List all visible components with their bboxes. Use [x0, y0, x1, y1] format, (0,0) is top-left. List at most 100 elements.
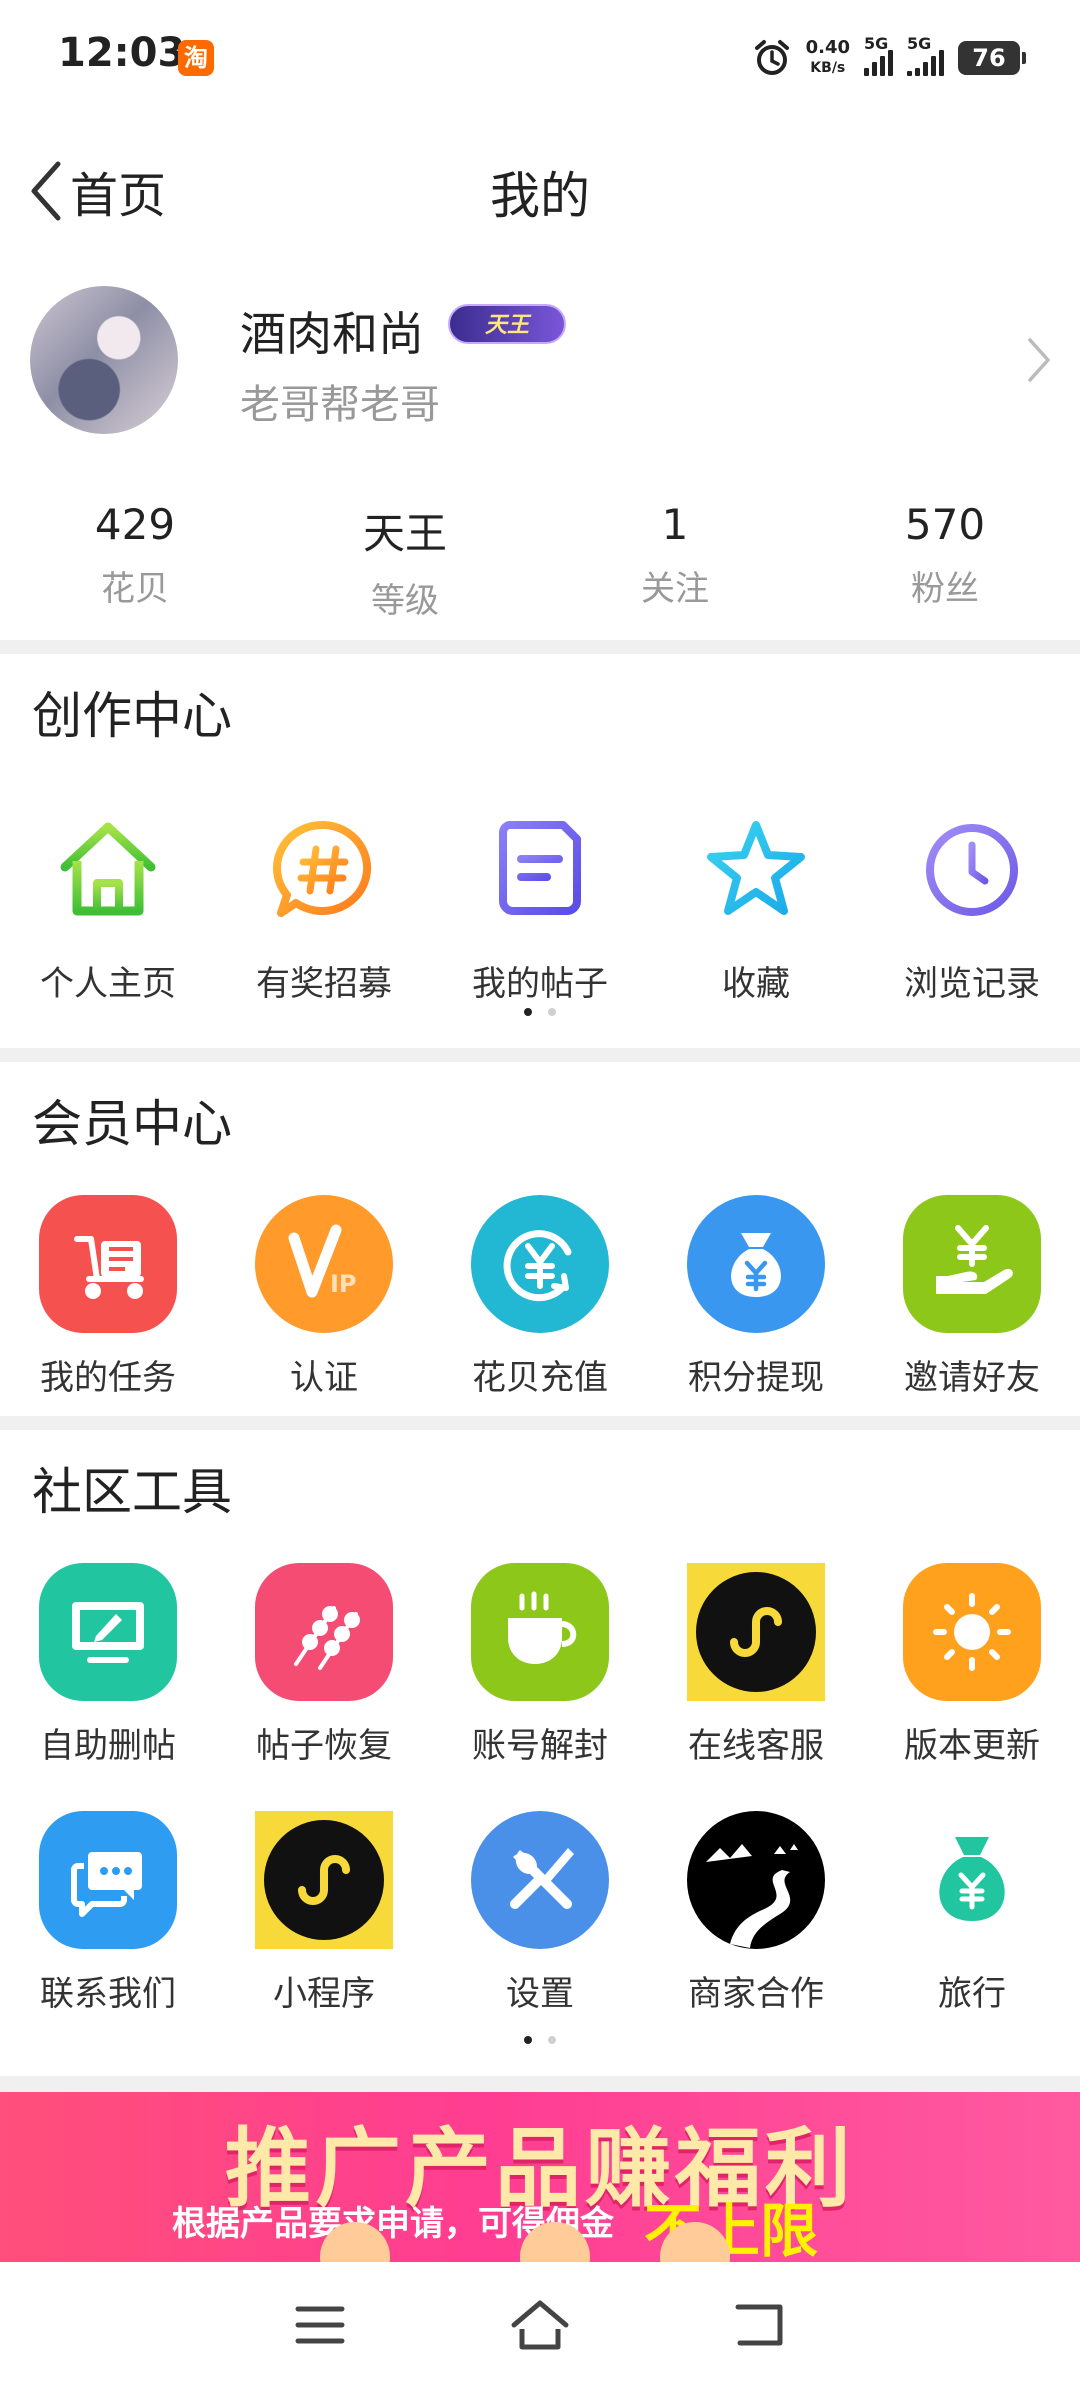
self-delete-post-item[interactable]: 自助删帖 [0, 1562, 216, 1767]
money-bag-icon [939, 1837, 1005, 1921]
item-label: 我的任务 [40, 1358, 176, 1398]
business-cooperation-item[interactable]: 商家合作 [648, 1810, 864, 2015]
mountain-road-icon [687, 1811, 825, 1949]
signature: 老哥帮老哥 [240, 382, 440, 428]
net-speed-value: 0.40 [805, 37, 850, 58]
points-withdraw-item[interactable]: 积分提现 [648, 1194, 864, 1399]
version-update-item[interactable]: 版本更新 [864, 1562, 1080, 1767]
mini-program-icon [255, 1811, 393, 1949]
sim1-label: 5G [864, 34, 889, 53]
status-time: 12:03 [58, 30, 186, 76]
history-item[interactable]: 浏览记录 [864, 800, 1080, 1005]
page-title: 我的 [490, 167, 590, 225]
mini-program-icon [687, 1563, 825, 1701]
travel-item[interactable]: 旅行 [864, 1810, 1080, 2015]
back-nav-button[interactable] [725, 2290, 795, 2360]
settings-item[interactable]: 设置 [432, 1810, 648, 2015]
home-icon [511, 2300, 569, 2350]
signal-icon-sim1: 5G [864, 34, 893, 76]
status-icons: 0.40 KB/s 5G 5G 76 [752, 34, 1026, 80]
item-label: 在线客服 [688, 1726, 824, 1766]
status-bar: 12:03 淘 0.40 KB/s 5G 5G 76 [0, 0, 1080, 110]
promo-banner[interactable]: 推广产品赚福利 根据产品要求申请，可得佣金 不上限 [0, 2092, 1080, 2262]
section-divider [0, 2076, 1080, 2092]
stat-level[interactable]: 天王 等级 [270, 500, 540, 621]
reward-recruit-item[interactable]: 有奖招募 [216, 800, 432, 1005]
community-tools-row-1: 自助删帖 帖子恢复 账号解封 在线客服 版本更新 [0, 1562, 1080, 1767]
page-indicator [0, 1008, 1080, 1016]
document-icon [470, 800, 610, 940]
sun-icon [903, 1563, 1041, 1701]
item-label: 账号解封 [472, 1726, 608, 1766]
page-indicator [0, 2036, 1080, 2044]
section-divider [0, 1048, 1080, 1062]
hand-yuan-icon [903, 1195, 1041, 1333]
stat-followers[interactable]: 570 粉丝 [810, 500, 1080, 610]
net-speed-unit: KB/s [810, 60, 846, 76]
chat-bubbles-icon [39, 1811, 177, 1949]
star-icon [686, 800, 826, 940]
stat-value: 天王 [362, 509, 447, 558]
personal-homepage-item[interactable]: 个人主页 [0, 800, 216, 1005]
recharge-item[interactable]: 花贝充值 [432, 1194, 648, 1399]
menu-icon [295, 2306, 345, 2344]
post-restore-item[interactable]: 帖子恢复 [216, 1562, 432, 1767]
tools-icon [471, 1811, 609, 1949]
item-label: 小程序 [273, 1974, 375, 2014]
username: 酒肉和尚 [240, 307, 424, 361]
community-tools-row-2: 联系我们 小程序 设置 商家合作 旅行 [0, 1810, 1080, 2015]
home-button[interactable] [505, 2290, 575, 2360]
system-nav-bar [0, 2262, 1080, 2388]
item-label: 浏览记录 [904, 964, 1040, 1004]
contact-us-item[interactable]: 联系我们 [0, 1810, 216, 2015]
stat-following[interactable]: 1 关注 [540, 500, 810, 610]
alarm-icon [754, 40, 789, 75]
menu-button[interactable] [285, 2290, 355, 2360]
account-unban-item[interactable]: 账号解封 [432, 1562, 648, 1767]
item-label: 自助删帖 [40, 1726, 176, 1766]
item-label: 我的帖子 [472, 964, 608, 1004]
stat-label: 等级 [371, 581, 439, 621]
mini-program-item[interactable]: 小程序 [216, 1810, 432, 2015]
member-center-row: 我的任务 IP 认证 花贝充值 积分提现 邀请好友 [0, 1194, 1080, 1399]
house-icon [38, 800, 178, 940]
my-tasks-item[interactable]: 我的任务 [0, 1194, 216, 1399]
favorites-item[interactable]: 收藏 [648, 800, 864, 1005]
online-support-item[interactable]: 在线客服 [648, 1562, 864, 1767]
stat-huabei[interactable]: 429 花贝 [0, 500, 270, 610]
back-arrow-icon [735, 2304, 783, 2346]
scooter-task-icon [39, 1195, 177, 1333]
item-label: 个人主页 [40, 964, 176, 1004]
item-label: 旅行 [938, 1974, 1006, 2014]
network-speed: 0.40 KB/s [806, 38, 850, 78]
stat-value: 570 [904, 500, 986, 549]
money-bag-icon [687, 1195, 825, 1333]
item-label: 帖子恢复 [256, 1726, 392, 1766]
monitor-edit-icon [39, 1563, 177, 1701]
stat-label: 花贝 [101, 569, 169, 609]
taobao-notification-icon: 淘 [178, 40, 214, 76]
invite-friends-item[interactable]: 邀请好友 [864, 1194, 1080, 1399]
section-divider [0, 1416, 1080, 1430]
item-label: 花贝充值 [472, 1358, 608, 1398]
profile-card[interactable]: 酒肉和尚 天王 老哥帮老哥 [0, 280, 1080, 440]
creation-center-title: 创作中心 [32, 687, 232, 745]
item-label: 设置 [506, 1974, 574, 2014]
my-posts-item[interactable]: 我的帖子 [432, 800, 648, 1005]
stat-label: 关注 [641, 569, 709, 609]
stat-value: 429 [94, 500, 176, 549]
item-label: 收藏 [722, 964, 790, 1004]
avatar[interactable] [30, 286, 178, 434]
stat-value: 1 [661, 500, 689, 549]
page-header: 首页 我的 [0, 140, 1080, 240]
chevron-right-icon [1028, 338, 1050, 382]
item-label: 商家合作 [688, 1974, 824, 2014]
svg-text:IP: IP [330, 1270, 357, 1298]
sim2-label: 5G [907, 34, 932, 53]
verify-item[interactable]: IP 认证 [216, 1194, 432, 1399]
coffee-cup-icon [471, 1563, 609, 1701]
item-label: 认证 [290, 1358, 358, 1398]
yuan-recharge-icon [471, 1195, 609, 1333]
section-divider [0, 640, 1080, 654]
member-center-title: 会员中心 [32, 1095, 232, 1153]
